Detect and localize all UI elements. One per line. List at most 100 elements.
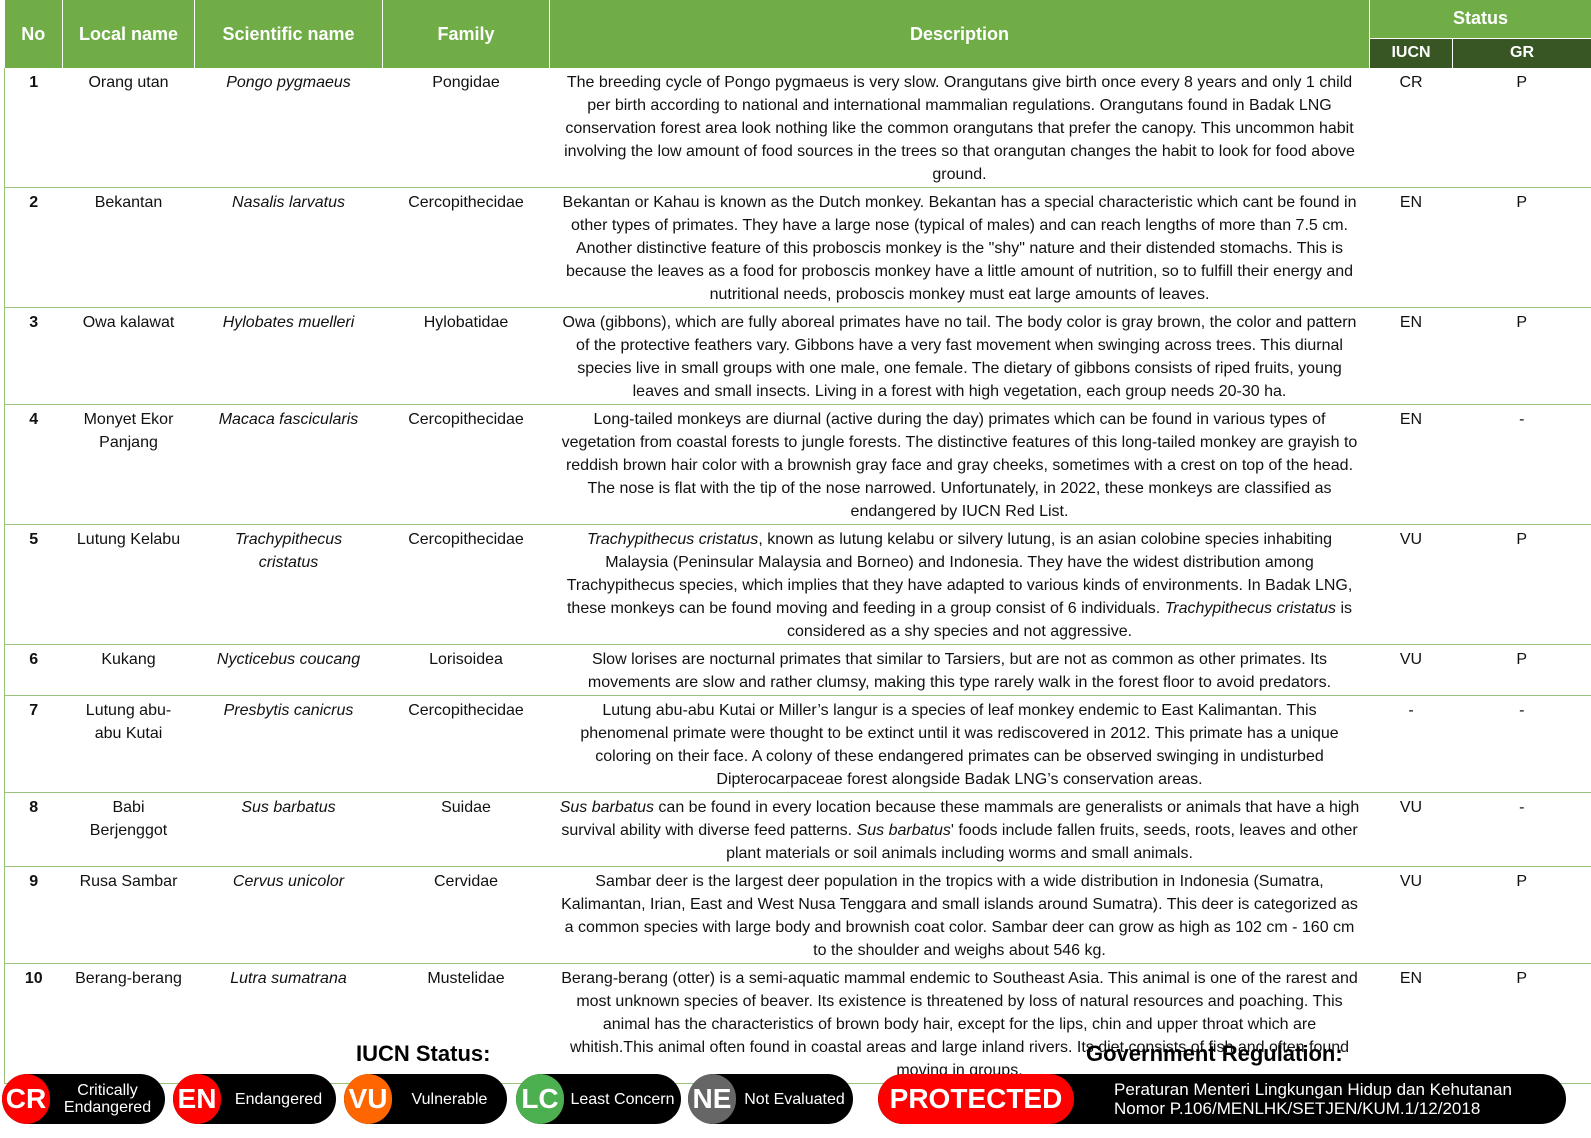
species-table-body: 1 Orang utan Pongo pygmaeus Pongidae The bre…	[4, 68, 1591, 1084]
legend-item-protected: PROTECTED Peraturan Menteri Lingkungan H…	[878, 1074, 1566, 1124]
cell-scientific-name: Trachypithecus cristatus	[194, 524, 383, 645]
cell-scientific-name: Nycticebus coucang	[194, 644, 383, 696]
species-table-container: No Local name Scientific name Family Des…	[4, 0, 1591, 1084]
cell-gr-status: -	[1452, 792, 1591, 867]
legend-label-ne: Not Evaluated	[744, 1090, 845, 1108]
cell-description: Bekantan or Kahau is known as the Dutch …	[549, 187, 1370, 308]
cell-no: 1	[4, 68, 63, 188]
cell-family: Lorisoidea	[382, 644, 550, 696]
cell-gr-status: P	[1452, 68, 1591, 188]
cell-family: Pongidae	[382, 68, 550, 188]
cell-iucn-status: VU	[1369, 792, 1453, 867]
cell-local-name: Kukang	[62, 644, 195, 696]
cell-iucn-status: EN	[1369, 307, 1453, 405]
cell-family: Cervidae	[382, 866, 550, 964]
description-segment: Owa (gibbons), which are fully aboreal p…	[562, 314, 1357, 400]
cell-scientific-name: Presbytis canicrus	[194, 695, 383, 793]
cell-gr-status: P	[1452, 866, 1591, 964]
description-segment: Sus barbatus	[559, 799, 654, 816]
description-segment: Trachypithecus cristatus	[586, 531, 759, 548]
cell-no: 10	[4, 963, 63, 1084]
cell-scientific-name: Sus barbatus	[194, 792, 383, 867]
cell-local-name: Owa kalawat	[62, 307, 195, 405]
cell-no: 5	[4, 524, 63, 645]
cell-description: Sambar deer is the largest deer populati…	[549, 866, 1370, 964]
cell-gr-status: -	[1452, 404, 1591, 525]
cell-family: Hylobatidae	[382, 307, 550, 405]
cell-local-name: Babi Berjenggot	[62, 792, 195, 867]
legend-code-protected: PROTECTED	[878, 1074, 1074, 1124]
table-row: 5 Lutung Kelabu Trachypithecus cristatus Ce…	[4, 524, 1591, 645]
cell-no: 6	[4, 644, 63, 696]
cell-local-name: Orang utan	[62, 68, 195, 188]
cell-description: Long-tailed monkeys are diurnal (active …	[549, 404, 1370, 525]
cell-iucn-status: EN	[1369, 187, 1453, 308]
cell-scientific-name: Pongo pygmaeus	[194, 68, 383, 188]
description-segment: Bekantan or Kahau is known as the Dutch …	[562, 194, 1357, 303]
cell-description: Slow lorises are nocturnal primates that…	[549, 644, 1370, 696]
cell-scientific-name: Hylobates muelleri	[194, 307, 383, 405]
table-row: 4 Monyet Ekor Panjang Macaca fascicularis C…	[4, 404, 1591, 525]
cell-family: Suidae	[382, 792, 550, 867]
description-segment: Sus barbatus	[856, 822, 951, 839]
legend-item-en: EN Endangered	[173, 1074, 336, 1124]
cell-iucn-status: VU	[1369, 866, 1453, 964]
cell-gr-status: -	[1452, 695, 1591, 793]
cell-iucn-status: -	[1369, 695, 1453, 793]
legend-item-cr: CR Critically Endangered	[2, 1074, 165, 1124]
cell-scientific-name: Macaca fascicularis	[194, 404, 383, 525]
legend-label-vu: Vulnerable	[411, 1090, 488, 1108]
header-family: Family	[382, 0, 550, 68]
cell-no: 9	[4, 866, 63, 964]
table-row: 1 Orang utan Pongo pygmaeus Pongidae The bre…	[4, 68, 1591, 188]
cell-description: Sus barbatus can be found in every locat…	[549, 792, 1370, 867]
cell-family: Cercopithecidae	[382, 695, 550, 793]
cell-description: Trachypithecus cristatus, known as lutun…	[549, 524, 1370, 645]
table-row: 7 Lutung abu-abu Kutai Presbytis canicrus C…	[4, 695, 1591, 793]
cell-gr-status: P	[1452, 524, 1591, 645]
legend-code-vu: VU	[344, 1074, 392, 1124]
legend-label-en: Endangered	[234, 1090, 323, 1108]
cell-iucn-status: VU	[1369, 524, 1453, 645]
header-local-name: Local name	[62, 0, 195, 68]
cell-scientific-name: Nasalis larvatus	[194, 187, 383, 308]
cell-scientific-name: Lutra sumatrana	[194, 963, 383, 1084]
cell-description: Lutung abu-abu Kutai or Miller’s langur …	[549, 695, 1370, 793]
legend-code-en: EN	[173, 1074, 221, 1124]
cell-iucn-status: VU	[1369, 644, 1453, 696]
legend: CR Critically Endangered EN Endangered V…	[0, 1074, 1591, 1126]
cell-iucn-status: CR	[1369, 68, 1453, 188]
cell-local-name: Rusa Sambar	[62, 866, 195, 964]
cell-local-name: Berang-berang	[62, 963, 195, 1084]
legend-label-lc: Least Concern	[570, 1090, 675, 1108]
cell-family: Cercopithecidae	[382, 524, 550, 645]
description-segment: Trachypithecus cristatus	[1164, 600, 1337, 617]
table-row: 2 Bekantan Nasalis larvatus Cercopithecidae…	[4, 187, 1591, 308]
cell-no: 7	[4, 695, 63, 793]
legend-code-ne: NE	[688, 1074, 736, 1124]
cell-family: Cercopithecidae	[382, 404, 550, 525]
description-segment: Long-tailed monkeys are diurnal (active …	[561, 411, 1358, 520]
cell-gr-status: P	[1452, 644, 1591, 696]
legend-label-cr: Critically Endangered	[63, 1082, 152, 1116]
header-scientific-name: Scientific name	[194, 0, 383, 68]
legend-code-lc: LC	[516, 1074, 564, 1124]
cell-no: 8	[4, 792, 63, 867]
legend-item-ne: NE Not Evaluated	[688, 1074, 853, 1124]
table-row: 6 Kukang Nycticebus coucang Lorisoidea Slow …	[4, 644, 1591, 696]
header-iucn: IUCN	[1369, 38, 1453, 68]
description-segment: The breeding cycle of Pongo pygmaeus is …	[564, 74, 1355, 183]
species-table: No Local name Scientific name Family Des…	[4, 0, 1591, 1084]
legend-label-protected: Peraturan Menteri Lingkungan Hidup dan K…	[1114, 1080, 1512, 1118]
header-gr: GR	[1452, 38, 1591, 68]
cell-no: 4	[4, 404, 63, 525]
table-row: 8 Babi Berjenggot Sus barbatus Suidae Sus ba…	[4, 792, 1591, 867]
cell-local-name: Monyet Ekor Panjang	[62, 404, 195, 525]
cell-no: 2	[4, 187, 63, 308]
cell-scientific-name: Cervus unicolor	[194, 866, 383, 964]
description-segment: Slow lorises are nocturnal primates that…	[587, 651, 1332, 691]
legend-item-lc: LC Least Concern	[516, 1074, 681, 1124]
legend-code-cr: CR	[2, 1074, 50, 1124]
iucn-status-title: IUCN Status:	[356, 1041, 491, 1066]
legend-item-vu: VU Vulnerable	[344, 1074, 507, 1124]
